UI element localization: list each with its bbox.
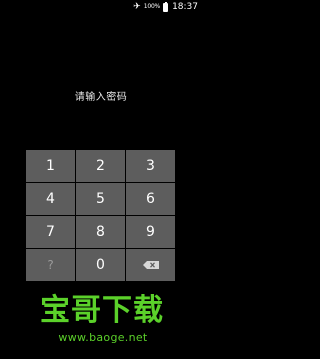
key-3[interactable]: 3: [126, 150, 175, 182]
key-8[interactable]: 8: [76, 216, 125, 248]
key-2[interactable]: 2: [76, 150, 125, 182]
status-bar-right: ✈ 100% 18:37: [133, 0, 198, 14]
airplane-mode-icon: ✈: [133, 2, 141, 12]
key-1[interactable]: 1: [26, 150, 75, 182]
key-7[interactable]: 7: [26, 216, 75, 248]
watermark-title: 宝哥下载: [40, 293, 164, 328]
clock: 18:37: [172, 2, 198, 12]
lock-screen: ✈ 100% 18:37 请输入密码 1 2 3 4 5 6 7 8 9 ? 0…: [0, 0, 202, 359]
key-9[interactable]: 9: [126, 216, 175, 248]
key-5[interactable]: 5: [76, 183, 125, 215]
battery-percent: 100%: [143, 3, 161, 10]
key-backspace[interactable]: [126, 249, 175, 281]
key-4[interactable]: 4: [26, 183, 75, 215]
key-6[interactable]: 6: [126, 183, 175, 215]
battery-icon: [163, 1, 169, 12]
pin-keypad: 1 2 3 4 5 6 7 8 9 ? 0: [26, 150, 176, 282]
password-prompt: 请输入密码: [74, 92, 128, 103]
backspace-icon: [142, 261, 159, 269]
key-help[interactable]: ?: [26, 249, 75, 281]
status-bar: ✈ 100% 18:37: [0, 0, 202, 14]
key-0[interactable]: 0: [76, 249, 125, 281]
watermark-url: www.baoge.net: [58, 331, 148, 344]
watermark: 宝哥下载 www.baoge.net: [0, 292, 202, 352]
